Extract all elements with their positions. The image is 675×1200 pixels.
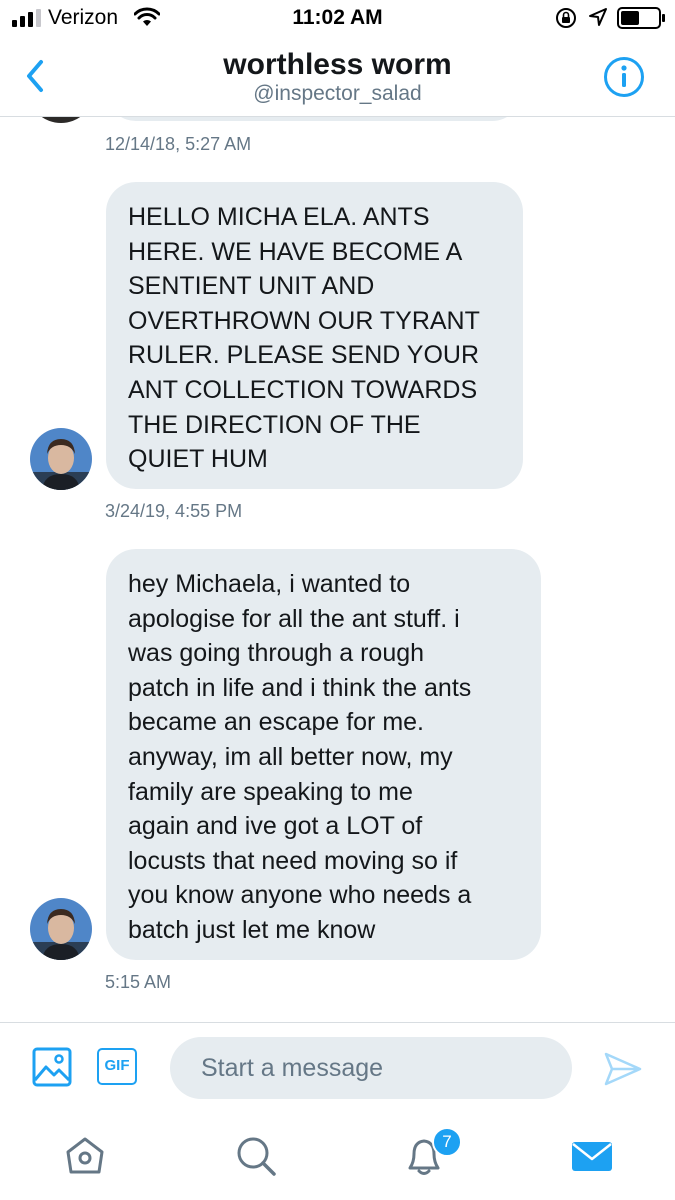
- conversation-header: worthless worm @inspector_salad: [0, 38, 675, 117]
- contact-handle: @inspector_salad: [253, 82, 422, 105]
- message-timestamp: 3/24/19, 4:55 PM: [105, 501, 243, 521]
- message-line: HERE. WE HAVE BECOME A: [128, 237, 463, 266]
- previous-message-bubble: [106, 117, 522, 121]
- avatar: [30, 117, 92, 123]
- gif-icon[interactable]: GIF: [97, 1048, 137, 1085]
- message-line: patch in life and i think the ants: [128, 673, 472, 702]
- message-thread[interactable]: 12/14/18, 5:27 AM HELLO MICHA ELA. ANTS …: [0, 117, 675, 1022]
- message-timestamp: 12/14/18, 5:27 AM: [105, 134, 252, 154]
- message-line: locusts that need moving so if: [128, 846, 458, 875]
- message-composer: GIF Start a message: [0, 1022, 675, 1115]
- rotation-lock-icon: [556, 8, 576, 28]
- message-bubble[interactable]: hey Michaela, i wanted to apologise for …: [106, 549, 541, 960]
- message-timestamp: 5:15 AM: [105, 972, 172, 992]
- status-bar: Verizon 11:02 AM: [0, 0, 675, 38]
- message-line: RULER. PLEASE SEND YOUR: [128, 341, 480, 370]
- search-icon[interactable]: [234, 1134, 278, 1178]
- home-icon[interactable]: [63, 1134, 107, 1178]
- contact-name: worthless worm: [223, 48, 452, 81]
- message-line: was going through a rough: [128, 639, 425, 668]
- info-icon[interactable]: [603, 56, 645, 98]
- message-line: family are speaking to me: [128, 777, 413, 806]
- message-line: anyway, im all better now, my: [128, 742, 453, 771]
- message-line: QUIET HUM: [128, 445, 268, 474]
- message-line: again and ive got a LOT of: [128, 812, 423, 841]
- message-line: OVERTHROWN OUR TYRANT: [128, 306, 480, 335]
- message-line: THE DIRECTION OF THE: [128, 410, 421, 439]
- message-line: batch just let me know: [128, 915, 376, 944]
- location-arrow-icon: [589, 8, 607, 26]
- message-line: became an escape for me.: [128, 708, 424, 737]
- message-line: hey Michaela, i wanted to: [128, 570, 411, 598]
- message-input[interactable]: Start a message: [170, 1037, 572, 1099]
- mail-icon[interactable]: [570, 1134, 614, 1178]
- message-line: you know anyone who needs a: [128, 881, 472, 910]
- message-line: HELLO MICHA ELA. ANTS: [128, 203, 430, 231]
- message-line: SENTIENT UNIT AND: [128, 272, 375, 301]
- avatar[interactable]: [30, 428, 92, 490]
- message-line: ANT COLLECTION TOWARDS: [128, 375, 478, 404]
- bottom-tab-bar: 7: [0, 1114, 675, 1200]
- battery-icon: [617, 7, 665, 29]
- message-bubble[interactable]: HELLO MICHA ELA. ANTS HERE. WE HAVE BECO…: [106, 182, 523, 489]
- image-icon[interactable]: [32, 1047, 72, 1087]
- send-icon[interactable]: [604, 1051, 642, 1087]
- notification-badge: 7: [432, 1127, 462, 1157]
- message-line: apologise for all the ant stuff. i: [128, 604, 460, 633]
- avatar[interactable]: [30, 898, 92, 960]
